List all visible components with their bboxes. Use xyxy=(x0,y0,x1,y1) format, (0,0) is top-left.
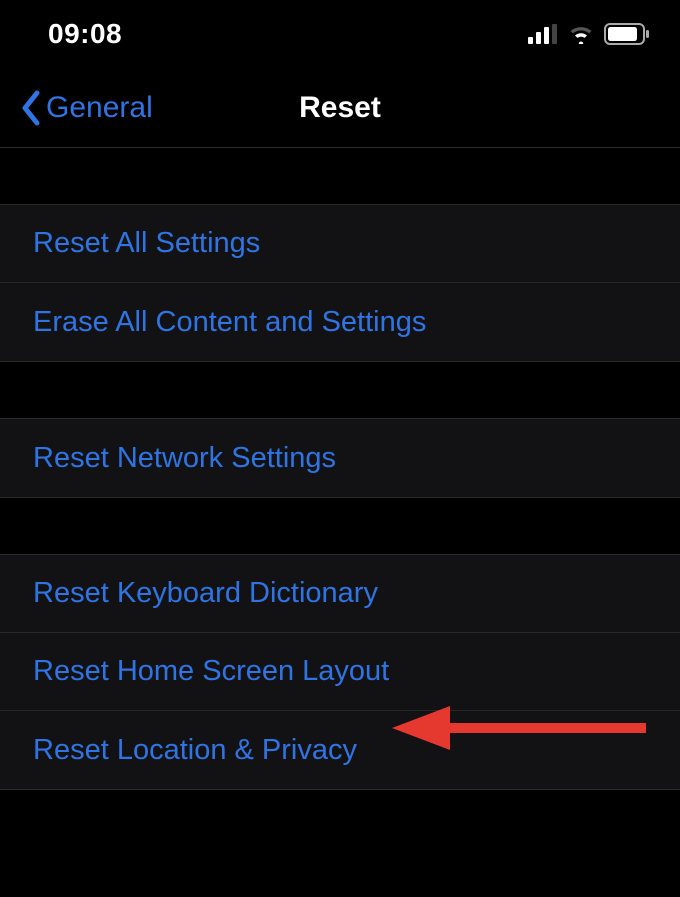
list-item-label: Reset Location & Privacy xyxy=(33,734,357,767)
list-item-label: Reset Home Screen Layout xyxy=(33,655,389,688)
reset-network-settings-item[interactable]: Reset Network Settings xyxy=(0,419,680,497)
battery-icon xyxy=(604,23,650,45)
reset-home-screen-item[interactable]: Reset Home Screen Layout xyxy=(0,633,680,711)
status-time: 09:08 xyxy=(48,18,122,50)
navigation-bar: General Reset xyxy=(0,68,680,148)
reset-section-3: Reset Keyboard Dictionary Reset Home Scr… xyxy=(0,554,680,790)
cellular-signal-icon xyxy=(528,24,558,44)
status-bar: 09:08 xyxy=(0,0,680,68)
wifi-icon xyxy=(567,24,595,44)
reset-keyboard-dictionary-item[interactable]: Reset Keyboard Dictionary xyxy=(0,555,680,633)
chevron-left-icon xyxy=(18,89,44,127)
list-item-label: Erase All Content and Settings xyxy=(33,306,426,339)
section-gap xyxy=(0,362,680,418)
erase-all-content-item[interactable]: Erase All Content and Settings xyxy=(0,283,680,361)
reset-all-settings-item[interactable]: Reset All Settings xyxy=(0,205,680,283)
back-button[interactable]: General xyxy=(18,89,153,127)
reset-section-1: Reset All Settings Erase All Content and… xyxy=(0,204,680,362)
status-icons xyxy=(528,23,650,45)
back-label: General xyxy=(46,91,153,125)
reset-section-2: Reset Network Settings xyxy=(0,418,680,498)
list-item-label: Reset Network Settings xyxy=(33,442,336,475)
section-gap xyxy=(0,498,680,554)
reset-location-privacy-item[interactable]: Reset Location & Privacy xyxy=(0,711,680,789)
list-item-label: Reset All Settings xyxy=(33,227,260,260)
section-gap xyxy=(0,148,680,204)
list-item-label: Reset Keyboard Dictionary xyxy=(33,577,378,610)
